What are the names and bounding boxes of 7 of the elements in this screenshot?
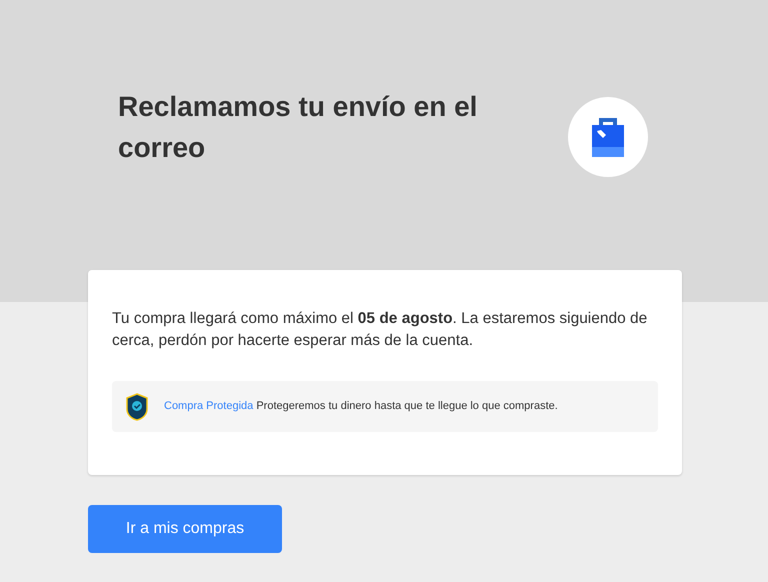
delivery-message: Tu compra llegará como máximo el 05 de agosto. La estaremos siguiendo de cerca, perdón por hacerte esperar más de la cuenta. <box>112 309 648 351</box>
compra-protegida-link[interactable]: Compra Protegida <box>164 400 254 412</box>
shopping-bag-icon <box>591 115 625 159</box>
my-purchases-button[interactable]: Ir a mis compras <box>88 505 282 553</box>
page-title: Reclamamos tu envío en el correo <box>118 90 478 165</box>
protection-text: Compra Protegida Protegeremos tu dinero hasta que te llegue lo que compraste. <box>164 399 558 414</box>
shield-check-icon <box>126 392 148 420</box>
